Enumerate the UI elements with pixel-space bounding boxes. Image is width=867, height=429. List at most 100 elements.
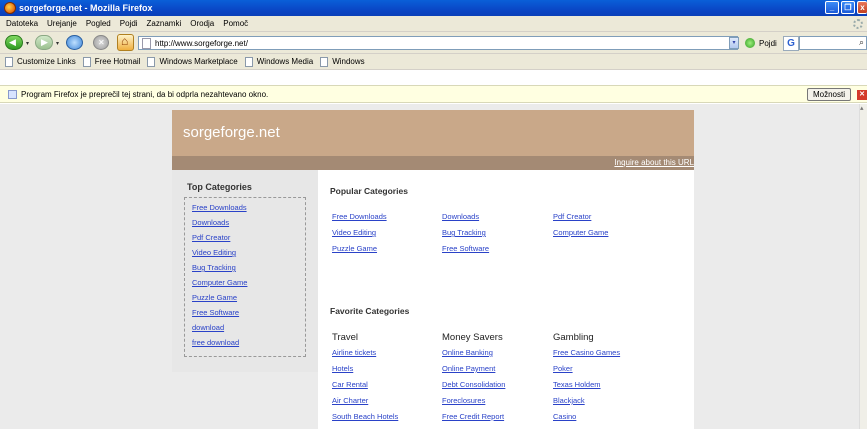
money-savers-link[interactable]: Foreclosures [442, 396, 485, 405]
bookmark-page-icon [244, 56, 253, 67]
popular-category-link[interactable]: Free Downloads [332, 212, 387, 221]
travel-link[interactable]: Car Rental [332, 380, 368, 389]
site-strip: Inquire about this URL [172, 156, 694, 170]
bookmark-windows[interactable]: Windows [320, 56, 365, 67]
page-icon [142, 37, 151, 49]
top-category-link[interactable]: Video Editing [192, 248, 236, 257]
top-categories-panel: Top Categories Free Downloads Downloads … [172, 170, 318, 372]
travel-link[interactable]: Air Charter [332, 396, 368, 405]
navigation-toolbar: ▾ ▾ http://www.sorgeforge.net/ ▾ Pojdi G… [0, 32, 867, 54]
firefox-logo-icon [4, 2, 16, 14]
close-window-button[interactable]: x [857, 1, 867, 14]
top-categories-title: Top Categories [187, 182, 252, 192]
travel-link[interactable]: Hotels [332, 364, 353, 373]
gambling-link[interactable]: Texas Holdem [553, 380, 601, 389]
throbber-icon [853, 19, 863, 29]
top-category-link[interactable]: Downloads [192, 218, 229, 227]
top-categories-list: Free Downloads Downloads Pdf Creator Vid… [184, 197, 306, 357]
money-savers-heading: Money Savers [442, 332, 503, 343]
menu-view[interactable]: Pogled [86, 19, 111, 28]
options-button[interactable]: Možnosti [807, 88, 851, 101]
popular-category-link[interactable]: Video Editing [332, 228, 376, 237]
bookmark-label: Customize Links [17, 57, 76, 66]
money-savers-link[interactable]: Online Banking [442, 348, 493, 357]
top-category-link[interactable]: Free Software [192, 308, 239, 317]
vertical-scrollbar[interactable] [859, 104, 867, 429]
menu-bar: Datoteka Urejanje Pogled Pojdi Zaznamki … [0, 16, 867, 32]
bookmark-label: Windows [332, 57, 365, 66]
notification-text: Program Firefox je preprečil tej strani,… [21, 89, 269, 99]
money-savers-link[interactable]: Online Payment [442, 364, 495, 373]
popular-category-link[interactable]: Bug Tracking [442, 228, 486, 237]
gambling-heading: Gambling [553, 332, 594, 343]
money-savers-link[interactable]: Debt Consolidation [442, 380, 505, 389]
home-icon[interactable] [117, 34, 134, 51]
page-content: sorgeforge.net Inquire about this URL To… [0, 104, 859, 429]
search-engine-icon[interactable]: G [783, 36, 799, 51]
popup-blocked-icon [8, 89, 17, 99]
go-icon[interactable] [745, 38, 755, 48]
top-category-link[interactable]: free download [192, 338, 239, 347]
popular-categories-title: Popular Categories [330, 186, 408, 196]
menu-file[interactable]: Datoteka [6, 19, 38, 28]
stop-icon[interactable] [93, 35, 109, 50]
bookmark-windows-media[interactable]: Windows Media [244, 56, 314, 67]
popular-category-link[interactable]: Downloads [442, 212, 479, 221]
gambling-link[interactable]: Casino [553, 412, 576, 421]
url-text[interactable]: http://www.sorgeforge.net/ [155, 39, 248, 48]
popular-category-link[interactable]: Free Software [442, 244, 489, 253]
gambling-link[interactable]: Blackjack [553, 396, 585, 405]
gambling-link[interactable]: Free Casino Games [553, 348, 620, 357]
bookmark-label: Free Hotmail [94, 57, 141, 66]
main-column: Popular Categories Free Downloads Downlo… [318, 170, 694, 429]
favorite-categories-title: Favorite Categories [330, 306, 410, 316]
money-savers-link[interactable]: Free Credit Report [442, 412, 504, 421]
bookmark-label: Windows Marketplace [159, 57, 238, 66]
menu-help[interactable]: Pomoč [223, 19, 248, 28]
menu-go[interactable]: Pojdi [120, 19, 138, 28]
inquire-link[interactable]: Inquire about this URL [614, 158, 694, 167]
top-category-link[interactable]: Pdf Creator [192, 233, 230, 242]
bookmarks-toolbar: Customize Links Free Hotmail Windows Mar… [0, 54, 867, 70]
site-header: sorgeforge.net [172, 110, 694, 156]
bookmark-free-hotmail[interactable]: Free Hotmail [82, 56, 141, 67]
window-title: sorgeforge.net - Mozilla Firefox [19, 3, 153, 13]
menu-tools[interactable]: Orodja [190, 19, 214, 28]
menu-bookmarks[interactable]: Zaznamki [147, 19, 182, 28]
popular-category-link[interactable]: Puzzle Game [332, 244, 377, 253]
bookmark-page-icon [147, 56, 156, 67]
url-bar[interactable]: http://www.sorgeforge.net/ [138, 36, 738, 50]
bookmark-customize-links[interactable]: Customize Links [5, 56, 76, 67]
reload-icon[interactable] [66, 35, 83, 50]
go-label[interactable]: Pojdi [759, 39, 777, 48]
top-category-link[interactable]: Puzzle Game [192, 293, 237, 302]
popular-category-link[interactable]: Pdf Creator [553, 212, 591, 221]
back-dropdown-icon[interactable]: ▾ [26, 40, 29, 47]
menu-edit[interactable]: Urejanje [47, 19, 77, 28]
maximize-button[interactable]: ❐ [841, 1, 855, 14]
forward-dropdown-icon[interactable]: ▾ [56, 40, 59, 47]
gambling-link[interactable]: Poker [553, 364, 573, 373]
popup-blocked-notification: Program Firefox je preprečil tej strani,… [0, 85, 867, 103]
search-input[interactable]: ⌕ [799, 36, 867, 50]
top-category-link[interactable]: Computer Game [192, 278, 247, 287]
close-notification-icon[interactable]: ✕ [857, 90, 867, 100]
minimize-button[interactable]: _ [825, 1, 839, 14]
back-icon[interactable] [5, 35, 23, 50]
bookmark-windows-marketplace[interactable]: Windows Marketplace [147, 56, 238, 67]
top-category-link[interactable]: download [192, 323, 224, 332]
bookmark-page-icon [320, 56, 329, 67]
travel-link[interactable]: Airline tickets [332, 348, 376, 357]
forward-icon[interactable] [35, 35, 53, 50]
url-dropdown-icon[interactable]: ▾ [729, 37, 739, 49]
top-category-link[interactable]: Free Downloads [192, 203, 247, 212]
bookmark-page-icon [82, 56, 91, 67]
travel-link[interactable]: South Beach Hotels [332, 412, 398, 421]
bookmark-page-icon [5, 56, 13, 67]
window-titlebar: sorgeforge.net - Mozilla Firefox _ ❐ x [0, 0, 867, 16]
search-icon[interactable]: ⌕ [859, 37, 864, 48]
top-category-link[interactable]: Bug Tracking [192, 263, 236, 272]
bookmark-label: Windows Media [256, 57, 314, 66]
site-title: sorgeforge.net [183, 124, 280, 141]
popular-category-link[interactable]: Computer Game [553, 228, 608, 237]
